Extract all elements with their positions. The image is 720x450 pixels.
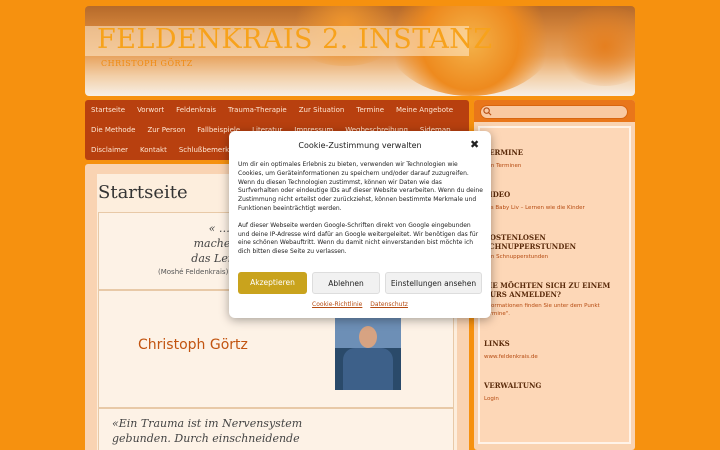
nav-item-zur-situation[interactable]: Zur Situation xyxy=(299,106,345,114)
nav-item-startseite[interactable]: Startseite xyxy=(91,106,125,114)
nav-item-die-methode[interactable]: Die Methode xyxy=(91,126,135,134)
nav-row-1: Startseite Vorwort Feldenkrais Trauma-Th… xyxy=(85,100,469,120)
site-title[interactable]: FELDENKRAIS 2. INSTANZ xyxy=(97,24,493,55)
site-header: FELDENKRAIS 2. INSTANZ CHRISTOPH GÖRTZ xyxy=(85,6,635,96)
nav-item-zur-person[interactable]: Zur Person xyxy=(147,126,185,134)
view-settings-button[interactable]: Einstellungen ansehen xyxy=(385,272,482,294)
search-icon[interactable] xyxy=(483,107,492,116)
cookie-dialog-links: Cookie-Richtlinie Datenschutz xyxy=(229,301,491,308)
quote-author: (Moshé Feldenkrais) xyxy=(158,268,229,276)
portrait-photo xyxy=(335,318,401,390)
sidebar-link-video[interactable]: eos Baby Liv – Lernen wie die Kinder xyxy=(484,204,585,212)
site-subtitle: CHRISTOPH GÖRTZ xyxy=(101,59,193,68)
nav-item-kontakt[interactable]: Kontakt xyxy=(140,146,167,154)
cookie-dialog-title: Cookie-Zustimmung verwalten xyxy=(298,141,422,150)
person-name: Christoph Görtz xyxy=(138,337,248,353)
sidebar-text-kurs: Informationen finden Sie unter dem Punkt… xyxy=(484,303,600,317)
page-title: Startseite xyxy=(98,182,188,203)
sidebar-heading-schnupperstunden: KOSTENLOSEN SCHNUPPERSTUNDEN xyxy=(484,233,576,251)
header-flower-image-3 xyxy=(555,6,635,86)
trauma-line: gebunden. Durch einschneidende xyxy=(112,432,300,445)
sidebar-link-schnupperstunden[interactable]: den Schnupperstunden xyxy=(484,253,548,261)
nav-item-trauma-therapie[interactable]: Trauma-Therapie xyxy=(228,106,287,114)
sidebar-link-login[interactable]: Login xyxy=(484,395,499,403)
trauma-line: «Ein Trauma ist im Nervensystem xyxy=(112,417,303,430)
accept-button[interactable]: Akzeptieren xyxy=(238,272,307,294)
sidebar-heading-verwaltung: VERWALTUNG xyxy=(484,381,542,390)
photo-body xyxy=(343,348,393,390)
sidebar-heading-links: LINKS xyxy=(484,339,510,348)
cookie-text-paragraph-2: Auf dieser Webseite werden Google-Schrif… xyxy=(238,221,479,256)
nav-item-feldenkrais[interactable]: Feldenkrais xyxy=(176,106,216,114)
cookie-text-paragraph-1: Um dir ein optimales Erlebnis zu bieten,… xyxy=(238,161,483,212)
nav-item-vorwort[interactable]: Vorwort xyxy=(137,106,164,114)
cookie-dialog-text: Um dir ein optimales Erlebnis zu bieten,… xyxy=(238,161,483,257)
nav-item-termine[interactable]: Termine xyxy=(356,106,384,114)
trauma-quote: «Ein Trauma ist im Nervensystem gebunden… xyxy=(112,416,312,446)
nav-item-meine-angebote[interactable]: Meine Angebote xyxy=(396,106,453,114)
cookie-policy-link[interactable]: Cookie-Richtlinie xyxy=(312,301,362,308)
privacy-link[interactable]: Datenschutz xyxy=(370,301,408,308)
photo-head xyxy=(359,326,377,348)
nav-item-disclaimer[interactable]: Disclaimer xyxy=(91,146,128,154)
sidebar-link-feldenkrais-de[interactable]: www.feldenkrais.de xyxy=(484,353,538,361)
deny-button[interactable]: Ablehnen xyxy=(312,272,380,294)
sidebar-heading-kurs: SIE MÖCHTEN SICH ZU EINEM KURS ANMELDEN? xyxy=(484,281,611,299)
search-input[interactable] xyxy=(480,105,628,119)
close-icon[interactable]: ✖ xyxy=(470,138,479,151)
